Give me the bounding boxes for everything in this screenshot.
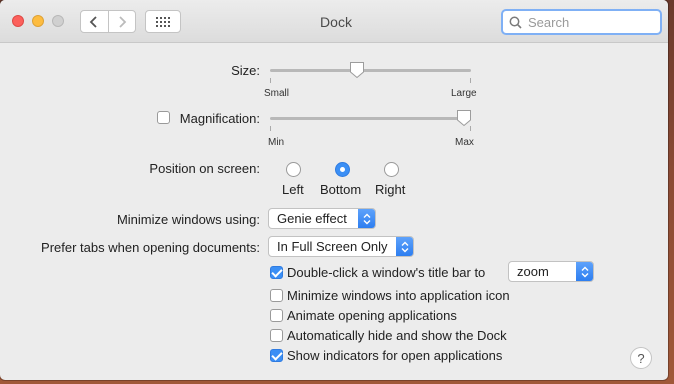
minimize-effect-value: Genie effect (277, 211, 347, 226)
animate-opening-checkbox[interactable] (270, 309, 283, 322)
minimize-label: Minimize windows using: (116, 212, 260, 227)
minimize-into-icon-checkbox[interactable] (270, 289, 283, 302)
magnification-label: Magnification: (179, 111, 260, 126)
minimize-into-icon-label: Minimize windows into application icon (287, 288, 510, 303)
dock-preferences-window: Dock Size: Small Large Magnification: Mi… (0, 0, 668, 380)
magnification-min-label: Min (268, 137, 285, 148)
minimize-effect-popup[interactable]: Genie effect (268, 208, 376, 229)
position-right-radio[interactable] (384, 162, 399, 177)
animate-opening-label: Animate opening applications (287, 308, 457, 323)
size-tick-max (470, 78, 471, 83)
double-click-label: Double-click a window's title bar to (287, 265, 486, 280)
help-question-icon: ? (637, 350, 645, 366)
position-left-radio[interactable] (286, 162, 301, 177)
size-slider-knob[interactable] (349, 61, 365, 79)
autohide-dock-checkbox[interactable] (270, 329, 283, 342)
chevron-up-down-icon (576, 262, 593, 281)
size-min-label: Small (264, 88, 290, 99)
prefer-tabs-label: Prefer tabs when opening documents: (41, 240, 260, 255)
double-click-checkbox[interactable] (270, 266, 283, 279)
chevron-up-down-icon (396, 237, 413, 256)
size-label: Size: (231, 63, 260, 78)
search-field[interactable] (501, 9, 662, 35)
prefer-tabs-value: In Full Screen Only (277, 239, 388, 254)
show-indicators-label: Show indicators for open applications (287, 348, 503, 363)
chevron-up-down-icon (358, 209, 375, 228)
help-button[interactable]: ? (630, 347, 652, 369)
size-slider-track[interactable] (270, 69, 471, 72)
position-right-label: Right (375, 182, 406, 197)
autohide-dock-label: Automatically hide and show the Dock (287, 328, 507, 343)
magnification-tick-min (270, 126, 271, 131)
position-bottom-label: Bottom (320, 182, 362, 197)
size-tick-min (270, 78, 271, 83)
magnification-slider-knob[interactable] (456, 109, 472, 127)
search-input[interactable] (526, 13, 650, 31)
double-click-action-value: zoom (517, 264, 549, 279)
magnification-max-label: Max (455, 137, 474, 148)
show-indicators-checkbox[interactable] (270, 349, 283, 362)
prefer-tabs-popup[interactable]: In Full Screen Only (268, 236, 414, 257)
position-left-label: Left (282, 182, 304, 197)
size-max-label: Large (451, 88, 477, 99)
position-label: Position on screen: (149, 161, 260, 176)
search-icon (509, 16, 522, 29)
position-bottom-radio[interactable] (335, 162, 350, 177)
double-click-action-popup[interactable]: zoom (508, 261, 594, 282)
title-bar: Dock (0, 0, 668, 43)
magnification-slider-track[interactable] (270, 117, 471, 120)
